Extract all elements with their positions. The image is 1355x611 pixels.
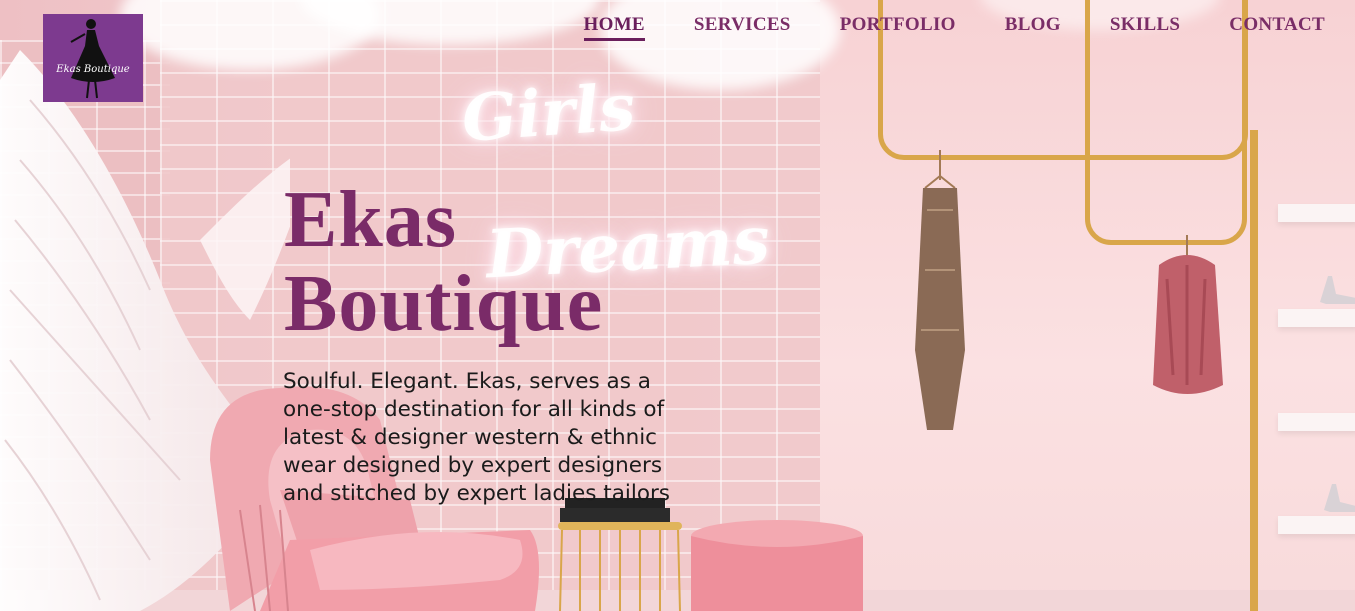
logo-text: Ekas Boutique bbox=[56, 64, 130, 75]
nav-services[interactable]: SERVICES bbox=[694, 14, 791, 41]
side-table-with-books bbox=[558, 498, 682, 611]
hero-title-line1: Ekas bbox=[284, 176, 457, 264]
shoe-shelf bbox=[1278, 516, 1355, 534]
nav-blog[interactable]: BLOG bbox=[1005, 14, 1061, 41]
shoe-shelf bbox=[1278, 204, 1355, 222]
nav-contact[interactable]: CONTACT bbox=[1229, 14, 1325, 41]
main-nav: HOME SERVICES PORTFOLIO BLOG SKILLS CONT… bbox=[535, 14, 1325, 41]
gold-frame bbox=[1250, 130, 1258, 611]
neon-sign-girls: Girls bbox=[459, 70, 638, 157]
woman-silhouette-icon bbox=[70, 19, 115, 99]
shoe-shelf bbox=[1278, 413, 1355, 431]
sequin-dress-hanging bbox=[915, 150, 965, 430]
logo[interactable]: Ekas Boutique bbox=[43, 14, 143, 102]
nav-portfolio[interactable]: PORTFOLIO bbox=[840, 14, 956, 41]
pink-pouf bbox=[691, 520, 863, 611]
nav-home[interactable]: HOME bbox=[583, 14, 645, 41]
nav-skills[interactable]: SKILLS bbox=[1110, 14, 1180, 41]
hero-title-line2: Boutique bbox=[284, 260, 604, 348]
high-heel-shoe bbox=[1320, 276, 1355, 304]
hero-tagline: Soulful. Elegant. Ekas, serves as a one-… bbox=[283, 369, 671, 506]
high-heel-shoe bbox=[1324, 484, 1355, 512]
hero-title: Ekas Boutique bbox=[284, 178, 603, 346]
hero-section: Girls Dreams bbox=[0, 0, 1355, 611]
shoe-shelf bbox=[1278, 309, 1355, 327]
fur-vest-hanging bbox=[1153, 235, 1223, 394]
